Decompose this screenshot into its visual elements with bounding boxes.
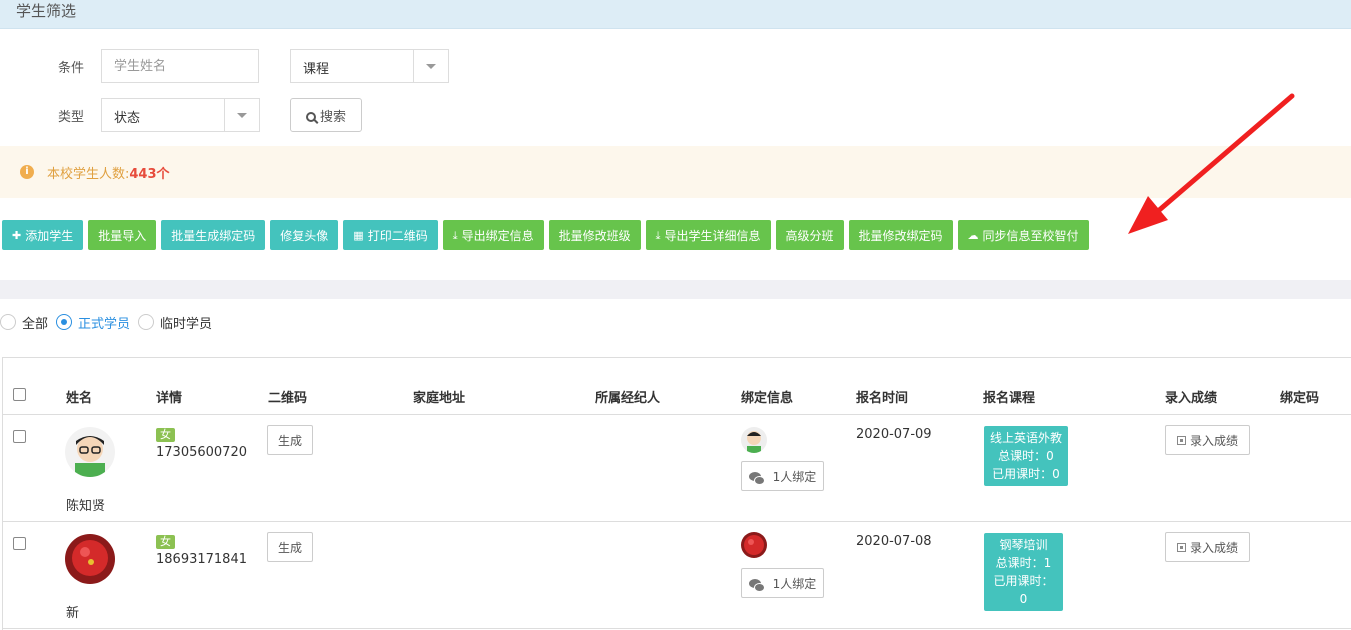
cloud-upload-icon: ☁: [967, 228, 979, 242]
student-name-input[interactable]: [102, 50, 258, 82]
radio-all[interactable]: 全部: [0, 313, 48, 332]
print-qrcode-button[interactable]: ▦ 打印二维码: [343, 220, 438, 250]
radio-temporary-control[interactable]: [138, 314, 155, 330]
student-phone: 17305600720: [156, 445, 247, 460]
bind-count-button[interactable]: 1人绑定: [741, 461, 824, 491]
add-student-button[interactable]: ✚ 添加学生: [2, 220, 84, 250]
download-icon: ⤓: [452, 228, 458, 242]
col-bind-info: 绑定信息: [741, 391, 794, 406]
radio-formal-control[interactable]: [56, 314, 73, 330]
info-icon: i: [20, 165, 34, 179]
course-select-value: 课程: [303, 62, 330, 77]
col-address: 家庭地址: [413, 391, 466, 406]
export-bind-info-button[interactable]: ⤓ 导出绑定信息: [442, 220, 544, 250]
course-badge: 线上英语外教 总课时：0 已用课时：0: [984, 426, 1068, 486]
chevron-down-icon: [426, 64, 436, 69]
col-detail: 详情: [156, 391, 183, 406]
enter-score-button[interactable]: 录入成绩: [1165, 425, 1250, 455]
plus-icon: ✚: [12, 228, 22, 242]
sync-to-xiaozhifu-button[interactable]: ☁ 同步信息至校智付: [957, 220, 1089, 250]
student-count-value: 443个: [129, 167, 170, 182]
batch-edit-bindcode-button[interactable]: 批量修改绑定码: [848, 220, 953, 250]
qrcode-icon: ▦: [353, 228, 364, 242]
student-name: 新: [66, 606, 80, 621]
signup-date: 2020-07-09: [856, 427, 932, 442]
col-agent: 所属经纪人: [595, 391, 661, 406]
bound-user-avatar: [741, 427, 767, 453]
col-score: 录入成绩: [1165, 391, 1218, 406]
col-course: 报名课程: [983, 391, 1036, 406]
condition-label: 条件: [58, 61, 85, 76]
avatar: [65, 534, 115, 584]
qrcode-icon: [1176, 542, 1186, 552]
qrcode-icon: [1176, 435, 1186, 445]
student-count-alert: i 本校学生人数:443个: [0, 146, 1351, 198]
gender-badge: 女: [156, 428, 175, 442]
course-select[interactable]: 课程: [290, 49, 449, 83]
status-select-value: 状态: [114, 111, 141, 126]
course-select-toggle[interactable]: [413, 50, 448, 82]
student-table: 姓名 详情 二维码 家庭地址 所属经纪人 绑定信息 报名时间 报名课程 录入成绩…: [2, 357, 1351, 630]
type-label: 类型: [58, 110, 85, 125]
radio-temporary[interactable]: 临时学员: [138, 313, 212, 332]
wechat-icon: [748, 471, 765, 485]
course-badge: 钢琴培训 总课时：1 已用课时：0: [984, 533, 1063, 611]
panel-header: 学生筛选: [0, 0, 1351, 29]
batch-import-button[interactable]: 批量导入: [88, 220, 157, 250]
student-type-radios: 全部 正式学员 临时学员: [0, 310, 220, 334]
student-count-text: 本校学生人数:: [47, 167, 130, 182]
row-checkbox[interactable]: [13, 537, 26, 550]
search-button[interactable]: 搜索: [290, 98, 362, 132]
student-name-input-wrapper: [101, 49, 259, 83]
radio-all-control[interactable]: [0, 314, 16, 330]
col-name: 姓名: [66, 391, 93, 406]
batch-generate-bindcode-button[interactable]: 批量生成绑定码: [161, 220, 266, 250]
signup-date: 2020-07-08: [856, 534, 932, 549]
download-icon: ⤓: [655, 228, 661, 242]
fix-avatar-button[interactable]: 修复头像: [270, 220, 339, 250]
row-checkbox[interactable]: [13, 430, 26, 443]
bound-user-avatar: [741, 532, 767, 558]
table-row: 新 女 18693171841 生成 1人绑定 2020-07-08 钢琴培训 …: [3, 522, 1351, 629]
gender-badge: 女: [156, 535, 175, 549]
status-select-toggle[interactable]: [224, 99, 259, 131]
student-name: 陈知贤: [66, 499, 106, 514]
avatar: [65, 427, 115, 477]
generate-qrcode-button[interactable]: 生成: [267, 532, 313, 562]
panel-title: 学生筛选: [16, 2, 77, 20]
wechat-icon: [748, 578, 765, 592]
advanced-grouping-button[interactable]: 高级分班: [775, 220, 844, 250]
bind-count-button[interactable]: 1人绑定: [741, 568, 824, 598]
export-student-detail-button[interactable]: ⤓ 导出学生详细信息: [645, 220, 771, 250]
col-qrcode: 二维码: [268, 391, 308, 406]
student-phone: 18693171841: [156, 552, 247, 567]
table-header: 姓名 详情 二维码 家庭地址 所属经纪人 绑定信息 报名时间 报名课程 录入成绩…: [3, 358, 1351, 415]
radio-formal[interactable]: 正式学员: [56, 313, 130, 332]
table-row: 陈知贤 女 17305600720 生成 1人绑定 2020-07-09 线上英…: [3, 415, 1351, 522]
search-button-label: 搜索: [319, 109, 346, 125]
generate-qrcode-button[interactable]: 生成: [267, 425, 313, 455]
col-signup-time: 报名时间: [856, 391, 909, 406]
action-toolbar: ✚ 添加学生 批量导入 批量生成绑定码 修复头像 ▦ 打印二维码 ⤓ 导出绑定信息 批…: [2, 220, 1089, 250]
select-all-checkbox[interactable]: [13, 388, 26, 401]
col-bindcode: 绑定码: [1280, 391, 1320, 406]
batch-edit-class-button[interactable]: 批量修改班级: [548, 220, 641, 250]
enter-score-button[interactable]: 录入成绩: [1165, 532, 1250, 562]
search-icon: [305, 111, 316, 122]
status-select[interactable]: 状态: [101, 98, 260, 132]
chevron-down-icon: [237, 113, 247, 118]
section-divider: [0, 280, 1351, 299]
